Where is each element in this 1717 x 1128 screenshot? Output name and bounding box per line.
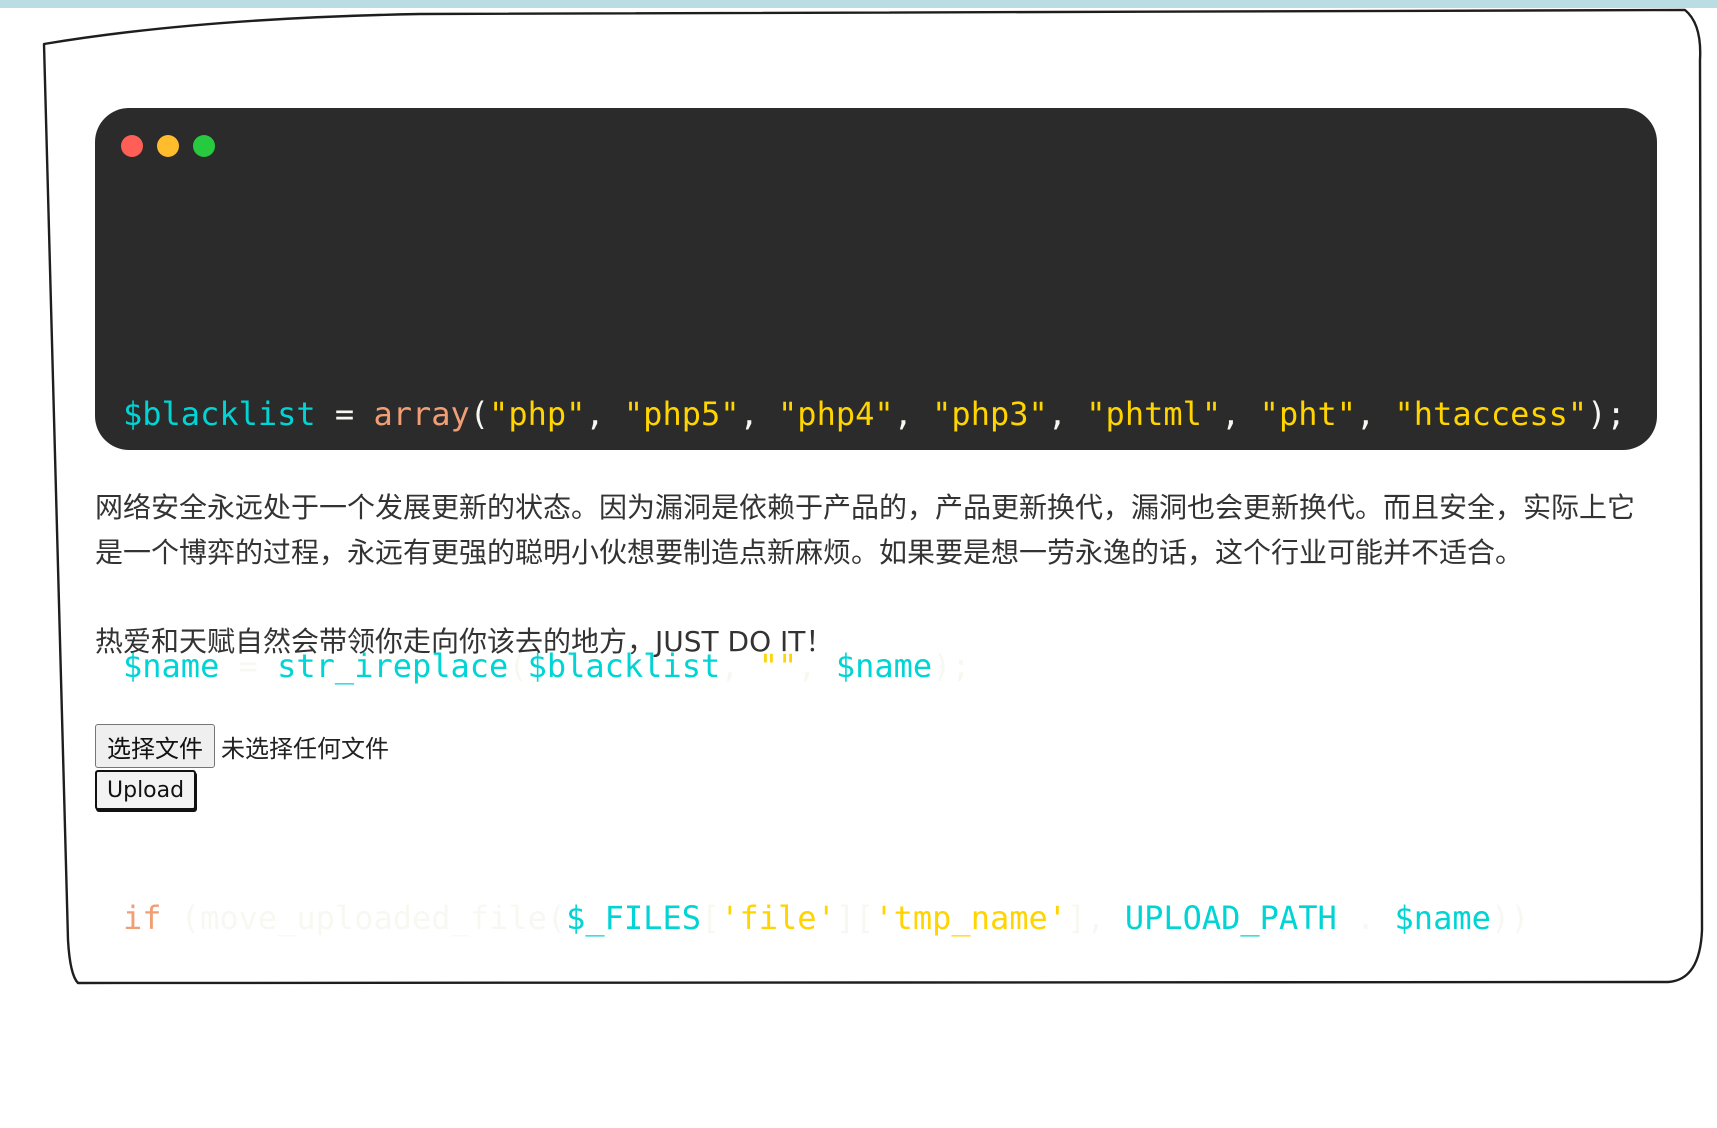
- code-block: $blacklist = array("php", "php5", "php4"…: [123, 204, 1626, 1128]
- code-line-1: $blacklist = array("php", "php5", "php4"…: [123, 395, 1626, 433]
- code-line-2: $name = str_ireplace($blacklist, "", $na…: [123, 647, 971, 685]
- code-line-3: if (move_uploaded_file($_FILES['file']['…: [123, 899, 1530, 937]
- main-content: $blacklist = array("php", "php5", "php4"…: [95, 108, 1657, 937]
- close-dot-icon: [121, 135, 143, 157]
- top-strip: [0, 0, 1717, 8]
- maximize-dot-icon: [193, 135, 215, 157]
- window-controls: [121, 135, 215, 157]
- minimize-dot-icon: [157, 135, 179, 157]
- code-window: $blacklist = array("php", "php5", "php4"…: [95, 108, 1657, 937]
